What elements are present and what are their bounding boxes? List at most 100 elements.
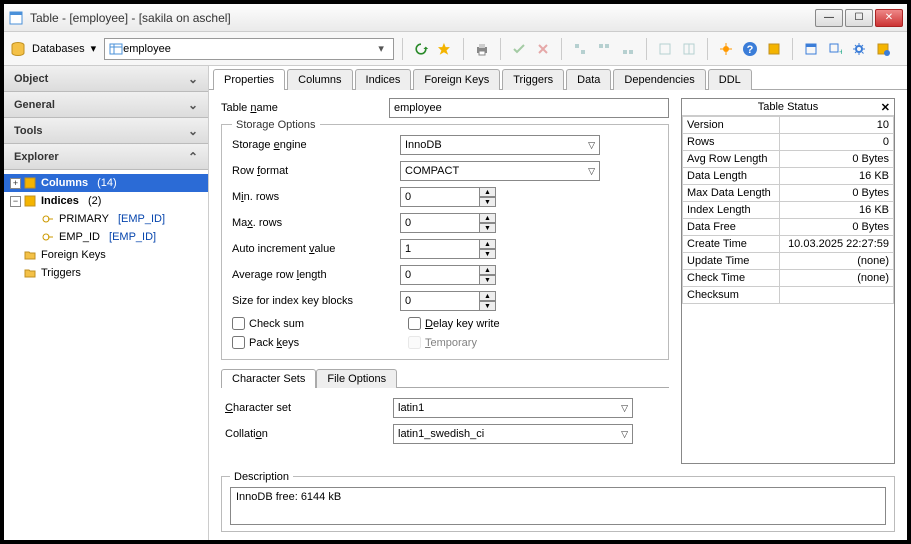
auto-inc-spinner[interactable]: ▲▼ (400, 239, 500, 259)
tool-g-button[interactable] (764, 39, 784, 59)
titlebar: Table - [employee] - [sakila on aschel] … (4, 4, 907, 32)
tool-d-button[interactable] (655, 39, 675, 59)
table-row: Version10 (683, 117, 894, 134)
expand-icon[interactable]: + (10, 178, 21, 189)
row-format-select[interactable]: COMPACT▽ (400, 161, 600, 181)
tab-properties[interactable]: Properties (213, 69, 285, 90)
tab-data[interactable]: Data (566, 69, 611, 90)
delay-key-checkbox[interactable] (408, 317, 421, 330)
spin-down-icon[interactable]: ▼ (480, 197, 496, 207)
tool-a-button[interactable] (570, 39, 590, 59)
cancel-button[interactable] (533, 39, 553, 59)
min-rows-label: Min. rows (232, 191, 392, 203)
table-status-panel: Table Status✕ Version10Rows0Avg Row Leng… (681, 98, 895, 464)
tab-file-options[interactable]: File Options (316, 369, 397, 388)
chevron-up-icon: ⌃ (188, 150, 198, 164)
spin-up-icon[interactable]: ▲ (480, 213, 496, 223)
help-button[interactable]: ? (740, 39, 760, 59)
tab-character-sets[interactable]: Character Sets (221, 369, 316, 388)
storage-engine-label: Storage engine (232, 139, 392, 151)
spin-down-icon[interactable]: ▼ (480, 301, 496, 311)
window-controls: — ☐ ✕ (815, 9, 903, 27)
table-name-label: Table name (221, 102, 381, 114)
databases-dropdown-icon[interactable]: ▾ (91, 42, 97, 55)
storage-options-title: Storage Options (232, 119, 320, 131)
panel-general[interactable]: General⌄ (4, 92, 208, 118)
refresh-button[interactable] (411, 39, 431, 59)
index-key-spinner[interactable]: ▲▼ (400, 291, 500, 311)
table-row: Update Time(none) (683, 253, 894, 270)
chevron-down-icon: ▽ (621, 429, 628, 440)
tool-i-button[interactable]: + (825, 39, 845, 59)
tree-triggers[interactable]: Triggers (4, 264, 208, 282)
tree-columns[interactable]: + Columns (14) (4, 174, 208, 192)
spin-down-icon[interactable]: ▼ (480, 249, 496, 259)
temporary-label: Temporary (425, 337, 477, 349)
spin-down-icon[interactable]: ▼ (480, 275, 496, 285)
indices-icon (24, 195, 38, 207)
execute-button[interactable] (435, 39, 455, 59)
pack-keys-checkbox[interactable] (232, 336, 245, 349)
panel-tools[interactable]: Tools⌄ (4, 118, 208, 144)
chevron-down-icon: ⌄ (188, 72, 198, 86)
folder-icon (24, 249, 38, 261)
key-icon (42, 231, 56, 243)
tool-f-button[interactable] (716, 39, 736, 59)
close-button[interactable]: ✕ (875, 9, 903, 27)
tab-ddl[interactable]: DDL (708, 69, 752, 90)
panel-explorer[interactable]: Explorer⌃ (4, 144, 208, 170)
chevron-down-icon: ▽ (588, 140, 595, 151)
pack-keys-label: Pack keys (249, 337, 299, 349)
tab-foreign-keys[interactable]: Foreign Keys (413, 69, 500, 90)
spin-down-icon[interactable]: ▼ (480, 223, 496, 233)
checksum-label: Check sum (249, 318, 304, 330)
sidebar: Object⌄ General⌄ Tools⌄ Explorer⌃ + Colu… (4, 66, 209, 540)
maximize-button[interactable]: ☐ (845, 9, 873, 27)
close-icon[interactable]: ✕ (881, 101, 890, 114)
spin-up-icon[interactable]: ▲ (480, 291, 496, 301)
print-button[interactable] (472, 39, 492, 59)
columns-icon (24, 177, 38, 189)
collapse-icon[interactable]: − (10, 196, 21, 207)
tree-foreign-keys[interactable]: Foreign Keys (4, 246, 208, 264)
tool-b-button[interactable] (594, 39, 614, 59)
spin-up-icon[interactable]: ▲ (480, 265, 496, 275)
tab-dependencies[interactable]: Dependencies (613, 69, 705, 90)
table-row: Checksum (683, 287, 894, 304)
tool-c-button[interactable] (618, 39, 638, 59)
chevron-down-icon[interactable]: ▾ (373, 42, 389, 55)
minimize-button[interactable]: — (815, 9, 843, 27)
avg-row-label: Average row length (232, 269, 392, 281)
tab-indices[interactable]: Indices (355, 69, 412, 90)
tree-indices[interactable]: − Indices (2) (4, 192, 208, 210)
spin-up-icon[interactable]: ▲ (480, 187, 496, 197)
accept-button[interactable] (509, 39, 529, 59)
max-rows-label: Max. rows (232, 217, 392, 229)
panel-object[interactable]: Object⌄ (4, 66, 208, 92)
table-row: Avg Row Length0 Bytes (683, 151, 894, 168)
tool-h-button[interactable] (801, 39, 821, 59)
svg-text:+: + (839, 47, 842, 56)
table-name-input[interactable] (389, 98, 669, 118)
avg-row-spinner[interactable]: ▲▼ (400, 265, 500, 285)
tab-triggers[interactable]: Triggers (502, 69, 564, 90)
table-row: Create Time10.03.2025 22:27:59 (683, 236, 894, 253)
tree-index-primary[interactable]: PRIMARY [EMP_ID] (4, 210, 208, 228)
spin-up-icon[interactable]: ▲ (480, 239, 496, 249)
table-selector[interactable]: ▾ (104, 38, 394, 60)
tree-index-empid[interactable]: EMP_ID [EMP_ID] (4, 228, 208, 246)
collation-select[interactable]: latin1_swedish_ci▽ (393, 424, 633, 444)
storage-engine-select[interactable]: InnoDB▽ (400, 135, 600, 155)
max-rows-spinner[interactable]: ▲▼ (400, 213, 500, 233)
tool-j-button[interactable] (873, 39, 893, 59)
description-input[interactable]: InnoDB free: 6144 kB (230, 487, 886, 525)
charset-select[interactable]: latin1▽ (393, 398, 633, 418)
tool-e-button[interactable] (679, 39, 699, 59)
table-row: Data Length16 KB (683, 168, 894, 185)
content-area: Properties Columns Indices Foreign Keys … (209, 66, 907, 540)
tab-columns[interactable]: Columns (287, 69, 352, 90)
min-rows-spinner[interactable]: ▲▼ (400, 187, 500, 207)
checksum-checkbox[interactable] (232, 317, 245, 330)
table-selector-input[interactable] (123, 43, 373, 55)
settings-button[interactable] (849, 39, 869, 59)
